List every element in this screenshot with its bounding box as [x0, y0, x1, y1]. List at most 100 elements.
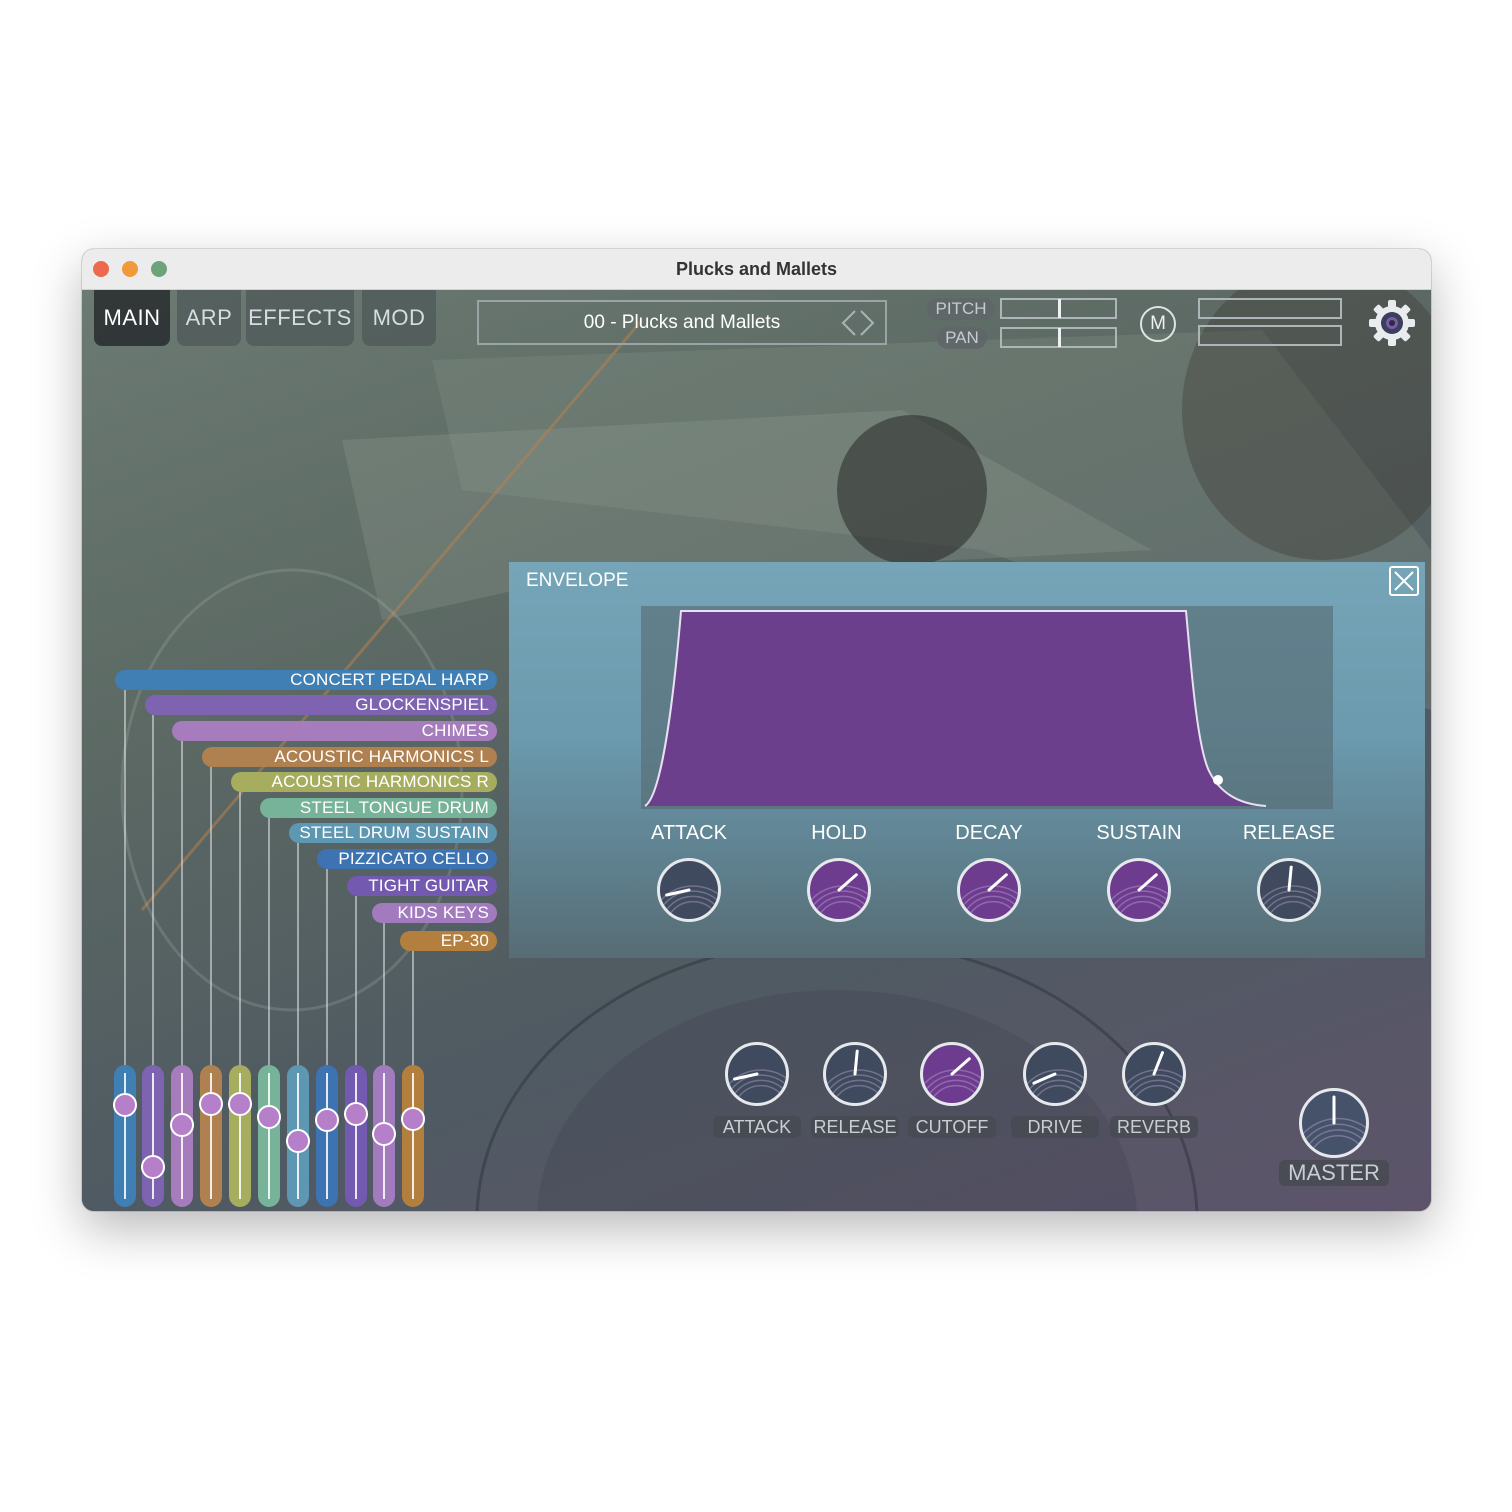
fader-track	[355, 1073, 357, 1199]
layer-label[interactable]: STEEL DRUM SUSTAIN	[289, 823, 497, 843]
envelope-knob[interactable]	[1107, 858, 1171, 922]
envelope-knob-label: ATTACK	[651, 822, 727, 844]
macro-knob-label: CUTOFF	[908, 1116, 996, 1138]
layer-label[interactable]: KIDS KEYS	[372, 903, 497, 923]
envelope-knob[interactable]	[657, 858, 721, 922]
tab-main-label: MAIN	[103, 305, 161, 330]
window-title: Plucks and Mallets	[675, 259, 838, 279]
title-bar: Plucks and Mallets	[82, 249, 1431, 290]
macro-knob[interactable]	[823, 1042, 887, 1106]
tab-mod[interactable]: MOD	[362, 290, 436, 346]
macro-knob-label: REVERB	[1110, 1116, 1198, 1138]
fader-thumb[interactable]	[257, 1104, 281, 1129]
preset-selector[interactable]: 00 - Plucks and Mallets	[477, 300, 887, 345]
layer-fader[interactable]	[141, 1065, 165, 1207]
layer-label[interactable]: STEEL TONGUE DRUM	[260, 798, 497, 818]
fader-thumb[interactable]	[199, 1091, 223, 1116]
envelope-title: ENVELOPE	[526, 570, 629, 591]
fader-track	[152, 1073, 154, 1199]
envelope-knob-label: HOLD	[811, 822, 867, 844]
layer-fader[interactable]	[257, 1065, 281, 1207]
preset-name: 00 - Plucks and Mallets	[583, 311, 781, 333]
envelope-release-handle	[1213, 775, 1223, 785]
layer-label[interactable]: EP-30	[400, 931, 497, 951]
envelope-knob-label: RELEASE	[1242, 822, 1336, 844]
layer-fader[interactable]	[315, 1065, 339, 1207]
layer-label[interactable]: GLOCKENSPIEL	[145, 695, 497, 715]
layer-fader[interactable]	[170, 1065, 194, 1207]
layer-fader[interactable]	[344, 1065, 368, 1207]
layer-fader[interactable]	[401, 1065, 425, 1207]
fader-track	[326, 1073, 328, 1199]
close-icon[interactable]	[1389, 566, 1419, 596]
layer-connector	[326, 869, 328, 1066]
pan-center-marker	[1058, 328, 1061, 347]
macro-knob[interactable]	[725, 1042, 789, 1106]
pitch-meter[interactable]	[1000, 298, 1117, 319]
layer-connector	[124, 690, 126, 1066]
layer-connector	[297, 843, 299, 1066]
layer-connector	[412, 951, 414, 1066]
macro-knob[interactable]	[920, 1042, 984, 1106]
fader-thumb[interactable]	[228, 1091, 252, 1116]
layer-connector	[355, 896, 357, 1066]
tab-main[interactable]: MAIN	[94, 290, 170, 346]
pitch-label: PITCH	[927, 298, 995, 320]
layer-label[interactable]: ACOUSTIC HARMONICS L	[202, 747, 497, 767]
fader-thumb[interactable]	[286, 1128, 310, 1153]
fader-thumb[interactable]	[113, 1093, 137, 1118]
chevron-left-right-icon[interactable]	[835, 308, 881, 338]
tab-effects-label: EFFECTS	[248, 305, 352, 330]
master-knob[interactable]	[1299, 1088, 1369, 1158]
tab-mod-label: MOD	[372, 305, 426, 330]
tab-arp[interactable]: ARP	[177, 290, 241, 346]
fader-thumb[interactable]	[372, 1122, 396, 1147]
layer-label[interactable]: TIGHT GUITAR	[347, 876, 497, 896]
envelope-knob-label: DECAY	[955, 822, 1023, 844]
macro-knob-label: RELEASE	[811, 1116, 899, 1138]
fader-track	[268, 1073, 270, 1199]
tab-arp-label: ARP	[185, 305, 233, 330]
envelope-knob[interactable]	[957, 858, 1021, 922]
pan-meter[interactable]	[1000, 327, 1117, 348]
fader-track	[412, 1073, 414, 1199]
fader-thumb[interactable]	[344, 1102, 368, 1127]
layer-fader[interactable]	[286, 1065, 310, 1207]
pan-label: PAN	[937, 327, 987, 349]
app-window: Plucks and Mallets MAIN ARP EFFECTS MOD …	[82, 249, 1431, 1211]
layer-label[interactable]: CONCERT PEDAL HARP	[115, 670, 497, 690]
fader-thumb[interactable]	[315, 1108, 339, 1133]
layer-fader[interactable]	[228, 1065, 252, 1207]
layer-fader[interactable]	[199, 1065, 223, 1207]
layer-label[interactable]: PIZZICATO CELLO	[317, 849, 497, 869]
output-meter-left	[1198, 298, 1342, 319]
macro-knob[interactable]	[1023, 1042, 1087, 1106]
envelope-panel: ENVELOPE ATTACK HOLD DECAY SUSTAIN RELEASE	[509, 562, 1425, 958]
envelope-graph[interactable]	[641, 606, 1333, 809]
fader-thumb[interactable]	[170, 1113, 194, 1138]
fader-thumb[interactable]	[141, 1154, 165, 1179]
output-meter-right	[1198, 325, 1342, 346]
mono-button[interactable]: M	[1140, 306, 1176, 342]
layer-label[interactable]: CHIMES	[172, 721, 497, 741]
layer-connector	[268, 818, 270, 1066]
fader-track	[124, 1073, 126, 1199]
macro-knob-label: DRIVE	[1011, 1116, 1099, 1138]
pitch-center-marker	[1058, 299, 1061, 318]
envelope-knob-label: SUSTAIN	[1096, 822, 1182, 844]
plugin-area: MAIN ARP EFFECTS MOD 00 - Plucks and Mal…	[82, 290, 1431, 1211]
layer-connector	[181, 741, 183, 1066]
macro-knob[interactable]	[1122, 1042, 1186, 1106]
envelope-knob[interactable]	[807, 858, 871, 922]
layer-label[interactable]: ACOUSTIC HARMONICS R	[231, 772, 497, 792]
layer-connector	[239, 792, 241, 1066]
gear-icon[interactable]	[1367, 298, 1417, 348]
envelope-knob[interactable]	[1257, 858, 1321, 922]
master-label: MASTER	[1279, 1160, 1389, 1186]
layer-fader[interactable]	[372, 1065, 396, 1207]
fader-thumb[interactable]	[401, 1107, 425, 1132]
layer-connector	[152, 715, 154, 1066]
layer-fader[interactable]	[113, 1065, 137, 1207]
tab-effects[interactable]: EFFECTS	[246, 290, 354, 346]
layer-connector	[210, 767, 212, 1066]
